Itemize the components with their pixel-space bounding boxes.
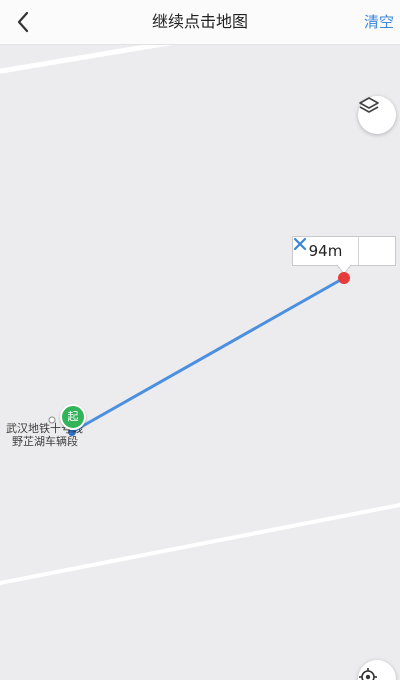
clear-button[interactable]: 清空: [364, 0, 394, 44]
page-title: 继续点击地图: [151, 12, 248, 31]
start-point-marker[interactable]: 起: [60, 404, 86, 430]
road-top: [0, 44, 176, 74]
distance-label: 94m: [292, 236, 396, 266]
navigation-bar: 继续点击地图 清空: [0, 0, 400, 45]
map-canvas[interactable]: 94m 起 武汉地铁十号线 野芷湖车辆段: [0, 44, 400, 680]
poi-label-line1: 武汉地铁十号线: [6, 422, 83, 435]
poi-label[interactable]: 武汉地铁十号线 野芷湖车辆段: [2, 422, 112, 448]
layers-button[interactable]: [358, 96, 396, 134]
measure-route-line: [70, 276, 346, 434]
locate-icon: [359, 668, 377, 680]
road-bottom: [0, 502, 400, 586]
map-drawing: [0, 44, 400, 586]
end-point-marker[interactable]: [338, 272, 350, 284]
layers-icon: [359, 97, 379, 113]
close-measure-button[interactable]: [293, 237, 395, 265]
poi-label-line2: 野芷湖车辆段: [12, 435, 78, 448]
close-icon: [293, 237, 307, 251]
